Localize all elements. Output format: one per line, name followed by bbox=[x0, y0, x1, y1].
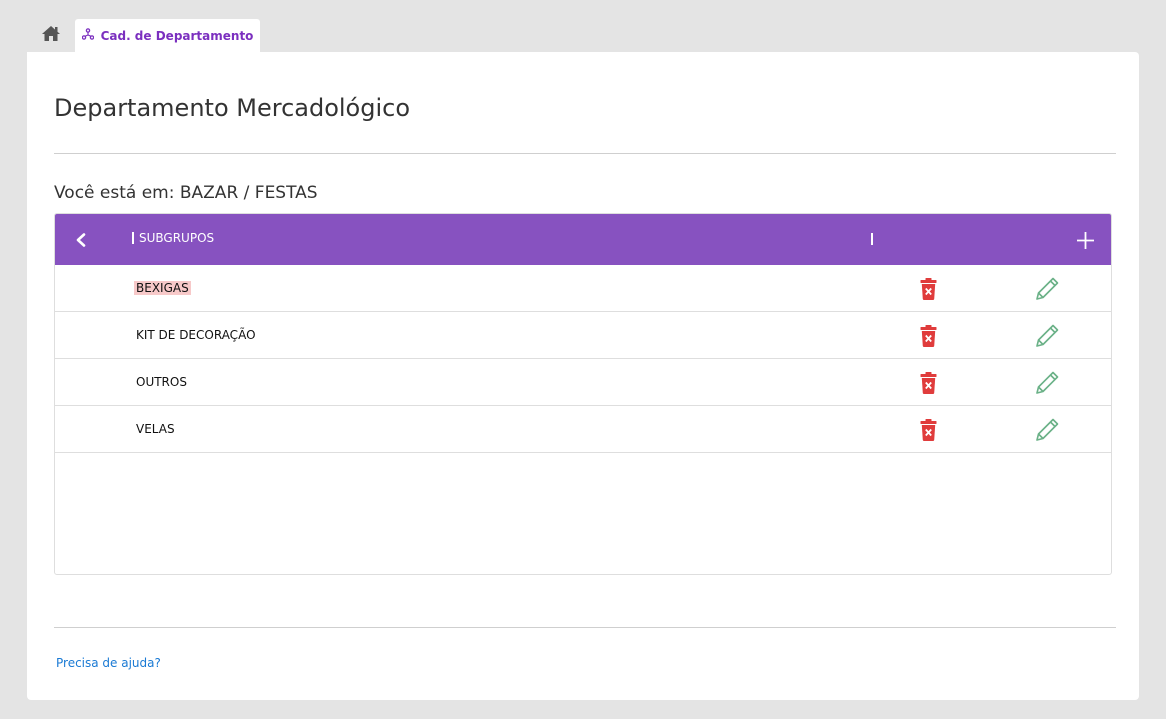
row-label: OUTROS bbox=[136, 375, 187, 389]
delete-button[interactable] bbox=[917, 277, 939, 301]
table-row[interactable]: KIT DE DECORAÇÃO bbox=[55, 312, 1111, 359]
plus-icon bbox=[1076, 231, 1094, 249]
edit-button[interactable] bbox=[1034, 275, 1060, 301]
pencil-icon bbox=[1035, 371, 1058, 394]
main-card: Departamento Mercadológico Você está em:… bbox=[27, 52, 1139, 700]
subgroups-grid: SUBGRUPOS BEXIGAS KIT DE DECORAÇÃO OUTRO… bbox=[54, 213, 1112, 575]
tab-label: Cad. de Departamento bbox=[100, 28, 254, 43]
row-label: VELAS bbox=[136, 422, 175, 436]
table-row[interactable]: OUTROS bbox=[55, 359, 1111, 406]
home-icon bbox=[41, 25, 61, 46]
tab-cad-departamento[interactable]: Cad. de Departamento bbox=[75, 19, 260, 52]
trash-icon bbox=[920, 278, 936, 300]
pencil-icon bbox=[1035, 324, 1058, 347]
pencil-icon bbox=[1035, 418, 1058, 441]
divider bbox=[54, 627, 1116, 628]
pencil-icon bbox=[1035, 277, 1058, 300]
edit-button[interactable] bbox=[1034, 322, 1060, 348]
column-separator bbox=[132, 232, 134, 244]
delete-button[interactable] bbox=[917, 371, 939, 395]
tab-bar: Cad. de Departamento bbox=[27, 19, 260, 52]
back-button[interactable] bbox=[69, 228, 93, 252]
page-title: Departamento Mercadológico bbox=[54, 94, 411, 122]
trash-icon bbox=[920, 325, 936, 347]
help-link[interactable]: Precisa de ajuda? bbox=[56, 656, 161, 670]
edit-button[interactable] bbox=[1034, 416, 1060, 442]
delete-button[interactable] bbox=[917, 324, 939, 348]
divider bbox=[54, 153, 1116, 154]
grid-header: SUBGRUPOS bbox=[55, 214, 1111, 265]
department-icon bbox=[81, 28, 94, 43]
trash-icon bbox=[920, 372, 936, 394]
column-separator bbox=[871, 233, 873, 245]
breadcrumb: Você está em: BAZAR / FESTAS bbox=[54, 183, 318, 203]
row-label: BEXIGAS bbox=[134, 281, 191, 295]
delete-button[interactable] bbox=[917, 418, 939, 442]
row-label: KIT DE DECORAÇÃO bbox=[136, 328, 256, 342]
column-header: SUBGRUPOS bbox=[132, 231, 214, 245]
table-row[interactable]: VELAS bbox=[55, 406, 1111, 453]
chevron-left-icon bbox=[76, 233, 86, 247]
column-header-label: SUBGRUPOS bbox=[139, 231, 215, 245]
edit-button[interactable] bbox=[1034, 369, 1060, 395]
tab-home[interactable] bbox=[27, 19, 75, 52]
trash-icon bbox=[920, 419, 936, 441]
add-subgroup-button[interactable] bbox=[1073, 228, 1097, 252]
table-row[interactable]: BEXIGAS bbox=[55, 265, 1111, 312]
